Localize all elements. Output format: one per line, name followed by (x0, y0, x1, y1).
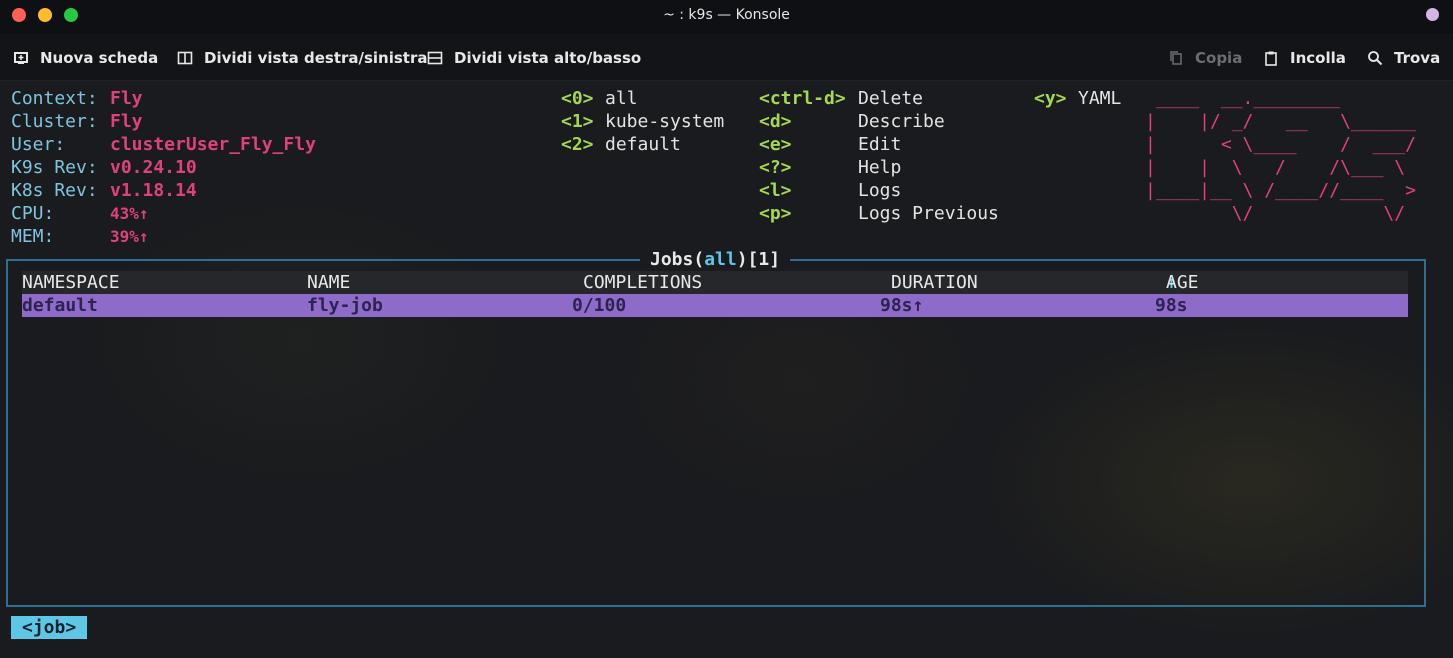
shortcut-key: <d> (759, 111, 792, 132)
namespace-key: <1> (561, 111, 594, 132)
find-button[interactable]: Trova (1367, 47, 1440, 69)
table-row[interactable]: default fly-job 0/100 98s↑ 98s (22, 294, 1408, 317)
copy-button[interactable]: Copia (1168, 47, 1242, 69)
context-label: Context: (11, 88, 98, 109)
namespace-item-default[interactable]: default (605, 133, 681, 156)
cell-age: 98s (1155, 295, 1188, 316)
split-top-bottom-label: Dividi vista alto/basso (454, 49, 642, 67)
k9s-rev-value: v0.24.10 (110, 157, 197, 178)
panel-title-end: ] (769, 249, 781, 270)
panel-title-filter: all (704, 249, 737, 270)
logo-line: |____|__ \ /____//____ > (1145, 180, 1427, 201)
table-header: NAMESPACE NAME COMPLETIONS DURATION AGE ↑ (22, 271, 1408, 294)
column-header-namespace[interactable]: NAMESPACE (22, 271, 120, 294)
mem-value: 39%↑ (110, 227, 149, 246)
shortcut-edit[interactable]: Edit (858, 133, 901, 156)
shortcut-key: <l> (759, 180, 792, 201)
logo-line: ____ __.________ (1145, 88, 1427, 109)
k9s-rev-label: K9s Rev: (11, 157, 98, 178)
cell-duration: 98s↑ (880, 295, 924, 316)
title-bar: ~ : k9s — Konsole (0, 0, 1453, 34)
copy-label: Copia (1195, 49, 1243, 67)
window-menu-button[interactable] (1426, 8, 1439, 21)
panel-title-count: 1 (758, 249, 770, 270)
logo-line: | | \ / /\___ \ (1145, 157, 1427, 178)
breadcrumb[interactable]: <job> (11, 616, 88, 639)
column-header-duration[interactable]: DURATION (891, 271, 978, 294)
shortcut-key: <p> (759, 203, 792, 224)
namespace-item-kube-system[interactable]: kube-system (605, 110, 724, 133)
paste-button[interactable]: Incolla (1263, 47, 1346, 69)
search-icon (1367, 50, 1383, 66)
shortcut-yaml[interactable]: YAML (1078, 87, 1121, 110)
new-tab-label: Nuova scheda (40, 49, 159, 67)
paste-icon (1263, 50, 1279, 66)
copy-icon (1168, 50, 1184, 66)
split-left-right-label: Dividi vista destra/sinistra (204, 49, 428, 67)
logo-line: | |/ _/ __ \______ (1145, 111, 1427, 132)
shortcut-describe[interactable]: Describe (858, 110, 945, 133)
shortcut-delete[interactable]: Delete (858, 87, 923, 110)
panel-title-resource: Jobs( (650, 249, 705, 270)
cpu-label: CPU: (11, 203, 55, 224)
shortcut-key: <e> (759, 134, 792, 155)
cluster-label: Cluster: (11, 111, 98, 132)
terminal-area[interactable]: Context: Fly Cluster: Fly User: clusterU… (0, 81, 1453, 658)
namespace-key: <0> (561, 88, 594, 109)
logo-line: | < \____ / ___/ (1145, 134, 1427, 155)
column-header-age[interactable]: AGE ↑ (1166, 271, 1199, 294)
shortcut-help[interactable]: Help (858, 156, 901, 179)
namespace-item-all[interactable]: all (605, 87, 638, 110)
namespace-key: <2> (561, 134, 594, 155)
k8s-rev-value: v1.18.14 (110, 180, 197, 201)
window-title: ~ : k9s — Konsole (663, 7, 790, 23)
user-label: User: (11, 134, 66, 155)
panel-title: Jobs(all)[1] (640, 248, 791, 271)
panel-title-separator: )[ (736, 249, 759, 270)
new-tab-button[interactable]: Nuova scheda (13, 47, 158, 69)
split-horizontal-icon (427, 50, 443, 66)
toolbar: Nuova scheda Dividi vista destra/sinistr… (0, 34, 1453, 81)
split-top-bottom-button[interactable]: Dividi vista alto/basso (427, 47, 641, 69)
cpu-value: 43%↑ (110, 204, 149, 223)
cell-name: fly-job (307, 295, 383, 316)
context-value: Fly (110, 88, 143, 109)
shortcut-logs[interactable]: Logs (858, 179, 901, 202)
k8s-rev-label: K8s Rev: (11, 180, 98, 201)
shortcut-key: <y> (1034, 88, 1067, 109)
cell-namespace: default (22, 295, 98, 316)
new-tab-icon (13, 50, 29, 66)
column-header-age-label: AGE (1166, 272, 1199, 293)
column-header-completions[interactable]: COMPLETIONS (583, 271, 702, 294)
logo-line: \/ \/ (1145, 203, 1427, 224)
column-header-name[interactable]: NAME (307, 271, 350, 294)
split-left-right-button[interactable]: Dividi vista destra/sinistra (177, 47, 428, 69)
paste-label: Incolla (1290, 49, 1346, 67)
split-vertical-icon (177, 50, 193, 66)
shortcut-logs-previous[interactable]: Logs Previous (858, 202, 999, 225)
find-label: Trova (1394, 49, 1441, 67)
user-value: clusterUser_Fly_Fly (110, 134, 316, 155)
konsole-window: ~ : k9s — Konsole Nuova scheda Dividi vi… (0, 0, 1453, 658)
cell-completions: 0/100 (572, 295, 627, 316)
shortcut-key: <ctrl-d> (759, 88, 846, 109)
cluster-value: Fly (110, 111, 143, 132)
mem-label: MEM: (11, 226, 55, 247)
shortcut-key: <?> (759, 157, 792, 178)
